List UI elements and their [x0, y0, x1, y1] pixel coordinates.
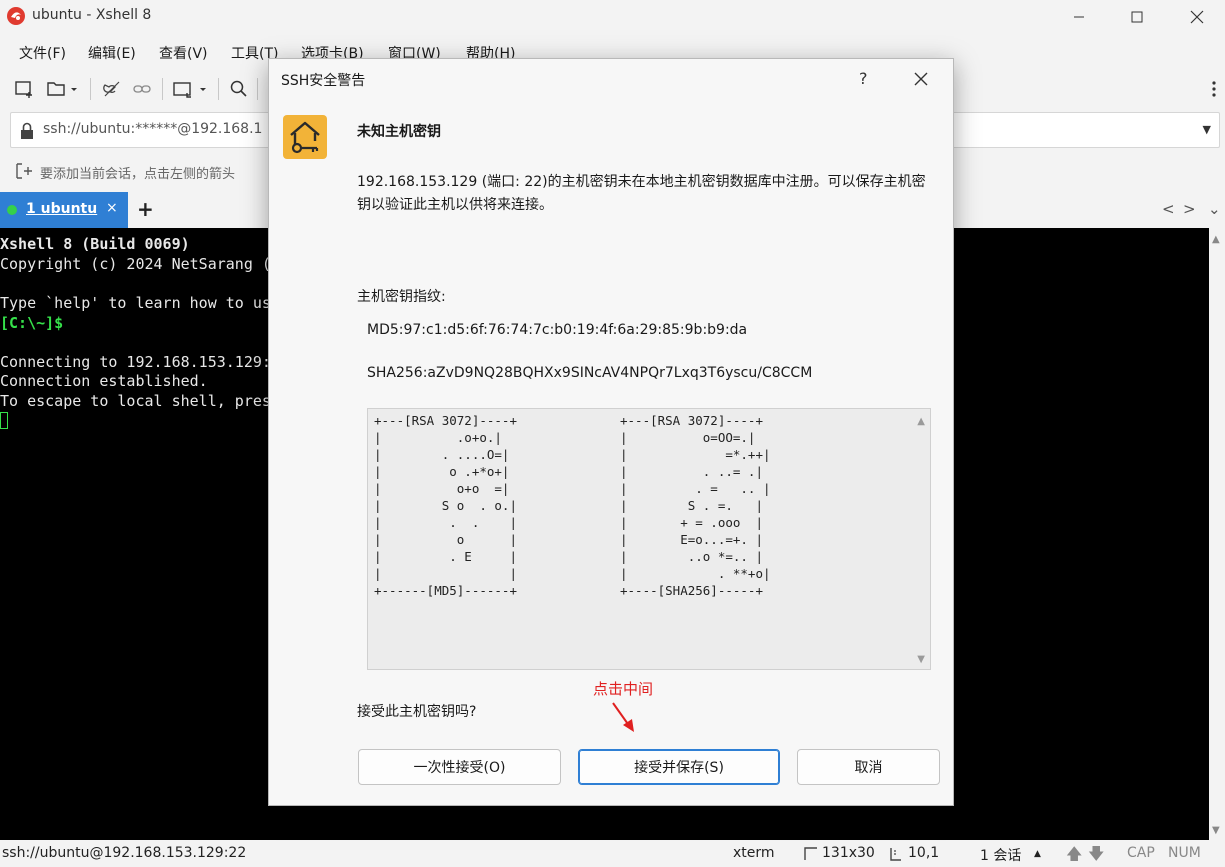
close-icon [914, 72, 928, 86]
link-icon [103, 81, 120, 97]
scroll-up-icon[interactable]: ▲ [1212, 234, 1220, 245]
dialog-help-button[interactable]: ? [859, 69, 868, 88]
fingerprint-label: 主机密钥指纹: [357, 289, 446, 305]
accept-once-button[interactable]: 一次性接受(O) [358, 749, 561, 785]
terminal-line: To escape to local shell, pres [0, 392, 271, 410]
scroll-down-icon[interactable]: ▼ [1212, 825, 1220, 836]
more-vertical-icon [1212, 81, 1216, 97]
terminal-size-icon [804, 847, 817, 860]
md5-fingerprint: MD5:97:c1:d5:6f:76:74:7c:b0:19:4f:6a:29:… [367, 322, 748, 338]
hint-text: 要添加当前会话，点击左侧的箭头 [40, 167, 236, 182]
status-numlock: NUM [1168, 845, 1201, 861]
scroll-down-icon[interactable]: ▼ [917, 654, 925, 665]
window-title: ubuntu - Xshell 8 [32, 7, 152, 23]
add-tab-button[interactable]: + [137, 197, 154, 221]
terminal-cursor [0, 412, 8, 431]
address-input[interactable]: ssh://ubuntu:******@192.168.1 [43, 121, 262, 137]
terminal-scrollbar[interactable]: ▲ ▼ [1209, 228, 1225, 840]
ssh-security-dialog: SSH安全警告 ? 未知主机密钥 192.168.153.129 (端口: 22… [268, 58, 954, 806]
status-terminal-type: xterm [733, 845, 775, 861]
cursor-position-icon [890, 848, 901, 861]
tab-ubuntu[interactable]: 1 ubuntu × [0, 192, 128, 228]
randomart-box[interactable]: +---[RSA 3072]----+ | .o+o.| | . ....O=|… [367, 408, 931, 670]
toolbar-divider [162, 78, 163, 100]
status-caps: CAP [1127, 845, 1155, 861]
tab-close-button[interactable]: × [106, 200, 118, 216]
toolbar-divider [257, 78, 258, 100]
status-session: ssh://ubuntu@192.168.153.129:22 [2, 845, 247, 861]
maximize-icon [1131, 11, 1143, 23]
randomart-md5: +---[RSA 3072]----+ | .o+o.| | . ....O=|… [374, 413, 517, 598]
dialog-heading: 未知主机密钥 [357, 124, 441, 140]
lock-icon [21, 122, 33, 139]
minimize-icon [1074, 16, 1084, 18]
tab-label: 1 ubuntu [26, 201, 98, 217]
close-icon [1190, 10, 1204, 24]
tab-list-chevron-icon[interactable]: ⌄ [1208, 200, 1221, 218]
menu-file[interactable]: 文件(F) [19, 43, 66, 63]
accept-question: 接受此主机密钥吗? [357, 704, 477, 720]
annotation-arrow-icon [612, 702, 634, 732]
open-session-button[interactable] [46, 78, 78, 100]
title-bar: ubuntu - Xshell 8 [0, 0, 1225, 34]
connected-status-icon [7, 205, 17, 215]
find-button[interactable] [229, 78, 249, 100]
sha256-fingerprint: SHA256:aZvD9NQ28BQHXx9SINcAV4NPQr7Lxq3T6… [367, 365, 813, 381]
randomart-sha256: +---[RSA 3072]----+ | o=OO=.| | =*.++| |… [620, 413, 771, 598]
toolbar-divider [218, 78, 219, 100]
minimize-button[interactable] [1056, 2, 1102, 32]
upload-arrow-icon[interactable]: 🡅 [1066, 843, 1082, 867]
disconnect-button[interactable] [132, 78, 152, 100]
host-key-icon [283, 115, 327, 159]
reconnect-button[interactable] [102, 78, 122, 100]
status-sessions[interactable]: 1 会话 [980, 845, 1021, 865]
terminal-line: Copyright (c) 2024 NetSarang ( [0, 255, 271, 273]
scroll-up-icon[interactable]: ▲ [917, 416, 925, 427]
new-tab-button[interactable] [172, 78, 210, 100]
sessions-dropdown-icon[interactable]: ▲ [1034, 849, 1041, 859]
window-icon [173, 82, 206, 98]
menu-edit[interactable]: 编辑(E) [88, 43, 136, 63]
folder-icon [47, 82, 77, 96]
status-bar: ssh://ubuntu@192.168.153.129:22 xterm 13… [0, 840, 1225, 867]
terminal-line: Connecting to 192.168.153.129: [0, 353, 271, 371]
dialog-close-button[interactable] [913, 65, 929, 92]
maximize-button[interactable] [1114, 2, 1160, 32]
tab-prev-icon[interactable]: < [1162, 200, 1175, 218]
search-icon [230, 80, 247, 97]
terminal-line: Xshell 8 (Build 0069) [0, 235, 190, 253]
toolbar-divider [90, 78, 91, 100]
cancel-button[interactable]: 取消 [797, 749, 940, 785]
terminal-prompt: [C:\~]$ [0, 314, 64, 332]
toolbar-more-button[interactable] [1210, 78, 1218, 100]
status-position: 10,1 [908, 845, 940, 861]
tab-next-icon[interactable]: > [1183, 200, 1196, 218]
new-session-button[interactable] [14, 78, 36, 100]
new-session-icon [15, 81, 32, 98]
menu-view[interactable]: 查看(V) [159, 43, 208, 63]
window-close-button[interactable] [1174, 2, 1220, 32]
accept-and-save-button[interactable]: 接受并保存(S) [578, 749, 780, 785]
terminal-line: Type `help' to learn how to us [0, 294, 271, 312]
download-arrow-icon[interactable]: 🡇 [1088, 843, 1104, 867]
terminal-line: Connection established. [0, 372, 208, 390]
annotation-text: 点击中间 [593, 680, 654, 698]
chevron-down-icon[interactable]: ▼ [1203, 123, 1211, 136]
dialog-description: 192.168.153.129 (端口: 22)的主机密钥未在本地主机密钥数据库… [357, 174, 926, 213]
dialog-title: SSH安全警告 [281, 73, 366, 89]
chain-icon [133, 85, 151, 93]
bookmark-add-icon [16, 163, 32, 179]
status-size: 131x30 [822, 845, 875, 861]
xshell-logo-icon [7, 7, 25, 25]
